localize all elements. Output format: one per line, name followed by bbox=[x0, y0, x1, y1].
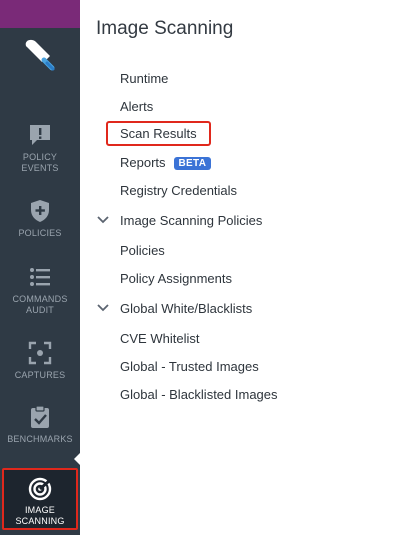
image-scanning-menu: Image Scanning Runtime Alerts Scan Resul… bbox=[80, 0, 400, 535]
capture-frame-icon bbox=[27, 340, 53, 366]
menu-item-scan-results[interactable]: Scan Results bbox=[106, 121, 211, 146]
menu-item-runtime[interactable]: Runtime bbox=[120, 71, 168, 86]
sidebar-item-policies[interactable]: POLICIES bbox=[0, 198, 80, 239]
page-title: Image Scanning bbox=[96, 18, 234, 39]
sidebar-item-commands-audit[interactable]: COMMANDS AUDIT bbox=[0, 264, 80, 316]
app-logo-icon[interactable] bbox=[20, 36, 60, 76]
menu-item-blacklisted-images[interactable]: Global - Blacklisted Images bbox=[120, 387, 278, 402]
sidebar-item-captures[interactable]: CAPTURES bbox=[0, 340, 80, 381]
sidebar-item-label: CAPTURES bbox=[14, 370, 66, 380]
alert-bubble-icon bbox=[27, 122, 53, 148]
menu-item-cve-whitelist[interactable]: CVE Whitelist bbox=[120, 331, 199, 346]
scan-target-icon bbox=[27, 476, 53, 502]
menu-item-reports[interactable]: Reports BETA bbox=[120, 155, 212, 170]
sidebar-item-label: BENCHMARKS bbox=[7, 434, 73, 444]
chevron-down-icon bbox=[96, 301, 110, 315]
menu-item-trusted-images[interactable]: Global - Trusted Images bbox=[120, 359, 259, 374]
menu-item-alerts[interactable]: Alerts bbox=[120, 99, 153, 114]
list-icon bbox=[27, 264, 53, 290]
sidebar-item-label: IMAGE bbox=[24, 505, 55, 515]
beta-badge: BETA bbox=[173, 157, 212, 170]
sidebar-item-label: POLICIES bbox=[18, 228, 62, 238]
menu-item-label: Reports bbox=[120, 155, 166, 170]
sidebar-item-label: EVENTS bbox=[21, 163, 59, 173]
section-label: Global White/Blacklists bbox=[120, 301, 253, 316]
sidebar-top-strip bbox=[0, 0, 80, 28]
sidebar-item-label: POLICY bbox=[22, 152, 58, 162]
section-global-white-blacklists[interactable]: Global White/Blacklists bbox=[96, 301, 252, 316]
sidebar-item-policy-events[interactable]: POLICY EVENTS bbox=[0, 122, 80, 174]
menu-item-registry-credentials[interactable]: Registry Credentials bbox=[120, 183, 237, 198]
sidebar-item-image-scanning[interactable]: IMAGE SCANNING bbox=[2, 468, 78, 530]
chevron-down-icon bbox=[96, 213, 110, 227]
sidebar-item-label: SCANNING bbox=[15, 516, 65, 526]
clipboard-check-icon bbox=[27, 404, 53, 430]
menu-item-policies[interactable]: Policies bbox=[120, 243, 165, 258]
shield-plus-icon bbox=[27, 198, 53, 224]
sidebar-item-label: AUDIT bbox=[26, 305, 54, 315]
section-image-scanning-policies[interactable]: Image Scanning Policies bbox=[96, 213, 262, 228]
section-label: Image Scanning Policies bbox=[120, 213, 263, 228]
sidebar-nav: POLICY EVENTS POLICIES COMMANDS AUDIT CA… bbox=[0, 0, 80, 535]
menu-item-policy-assignments[interactable]: Policy Assignments bbox=[120, 271, 232, 286]
sidebar-item-benchmarks[interactable]: BENCHMARKS bbox=[0, 404, 80, 445]
sidebar-item-label: COMMANDS bbox=[12, 294, 68, 304]
